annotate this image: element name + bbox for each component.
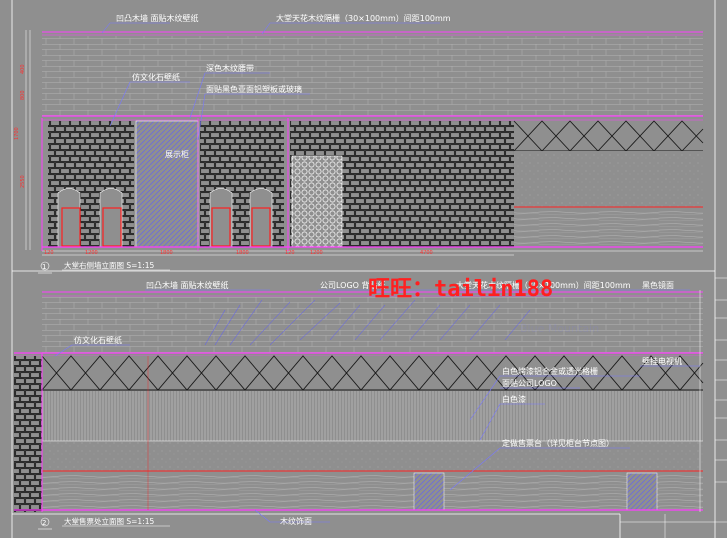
note-1-1: 大堂天花木纹隔栅（30×100mm）间距100mm (276, 13, 451, 23)
dim-left-3: 2550 (20, 175, 26, 188)
dim-bottom-6: 4700 (420, 250, 433, 256)
elevation-1-number: 1 (42, 263, 46, 271)
dim-bottom-1: 1200 (85, 250, 98, 256)
dim-bottom-3: 1800 (236, 250, 249, 256)
logo-panel-perforated (291, 155, 343, 248)
note-2-4: 仿文化石壁纸 (74, 335, 122, 345)
display-cabinet (135, 120, 199, 248)
note-2-9: 定做售票台（详见柜台节点图） (502, 438, 614, 448)
vertical-slat-wall (42, 391, 703, 441)
ceiling-panel-2 (42, 297, 703, 353)
counter-detail-right (626, 472, 658, 511)
dim-left-0: 400 (20, 64, 26, 74)
elevation-1-title-text: 大堂右侧墙立面图 S=1:15 (64, 260, 154, 270)
elevation-2-title: 2 大堂售票处立面图 S=1:15 (38, 516, 170, 530)
stone-column (14, 356, 42, 512)
elevation-1: 400 800 1700 2550 120 1200 1800 1800 120… (14, 13, 704, 274)
watermark-text: 旺旺：tailin188 (368, 277, 553, 302)
note-1-4: 面贴黑色亚面铝塑板或玻璃 (206, 84, 302, 94)
note-2-0: 凹凸木墙 面贴木纹壁纸 (146, 280, 229, 290)
note-1-5: 展示柜 (165, 149, 189, 159)
note-2-8: 白色漆 (502, 394, 526, 404)
dim-left-1: 800 (20, 90, 26, 100)
note-2-3: 黑色镜面 (642, 280, 674, 290)
note-1-2: 深色木纹腰带 (206, 63, 254, 73)
dim-left-2: 1700 (14, 127, 20, 140)
note-2-10: 木纹饰面 (280, 516, 312, 526)
note-2-7: 壁挂电视机 (642, 356, 682, 366)
dim-bottom-0: 120 (44, 250, 54, 256)
wood-grain-wall (514, 151, 703, 207)
ticket-counter (42, 473, 703, 510)
elevation-2-title-text: 大堂售票处立面图 S=1:15 (64, 516, 154, 526)
note-2-6: 面贴公司LOGO (502, 378, 557, 388)
elevation-2: Blue Mountain 凹凸木墙 面贴木纹壁纸 公司LOGO 背贴纸 大堂天… (14, 280, 704, 530)
note-1-0: 凹凸木墙 面贴木纹壁纸 (116, 13, 199, 23)
elevation-2-number: 2 (42, 519, 46, 527)
lattice-panel-2 (42, 356, 703, 390)
dimension-left-1: 400 800 1700 2550 (14, 30, 31, 250)
note-2-5: 白色烤漆铝合金或透光格栅 (502, 366, 598, 376)
lattice-panel (514, 121, 703, 151)
counter-detail-left (413, 472, 445, 511)
dim-bottom-2: 1800 (160, 250, 173, 256)
dim-bottom-4: 120 (285, 250, 295, 256)
cad-drawing: 400 800 1700 2550 120 1200 1800 1800 120… (11, 0, 727, 538)
wood-grain-lower (514, 209, 703, 247)
dim-bottom-5: 1200 (310, 250, 323, 256)
note-1-3: 仿文化石壁纸 (132, 72, 180, 82)
faint-watermark: Blue Mountain (520, 322, 599, 335)
